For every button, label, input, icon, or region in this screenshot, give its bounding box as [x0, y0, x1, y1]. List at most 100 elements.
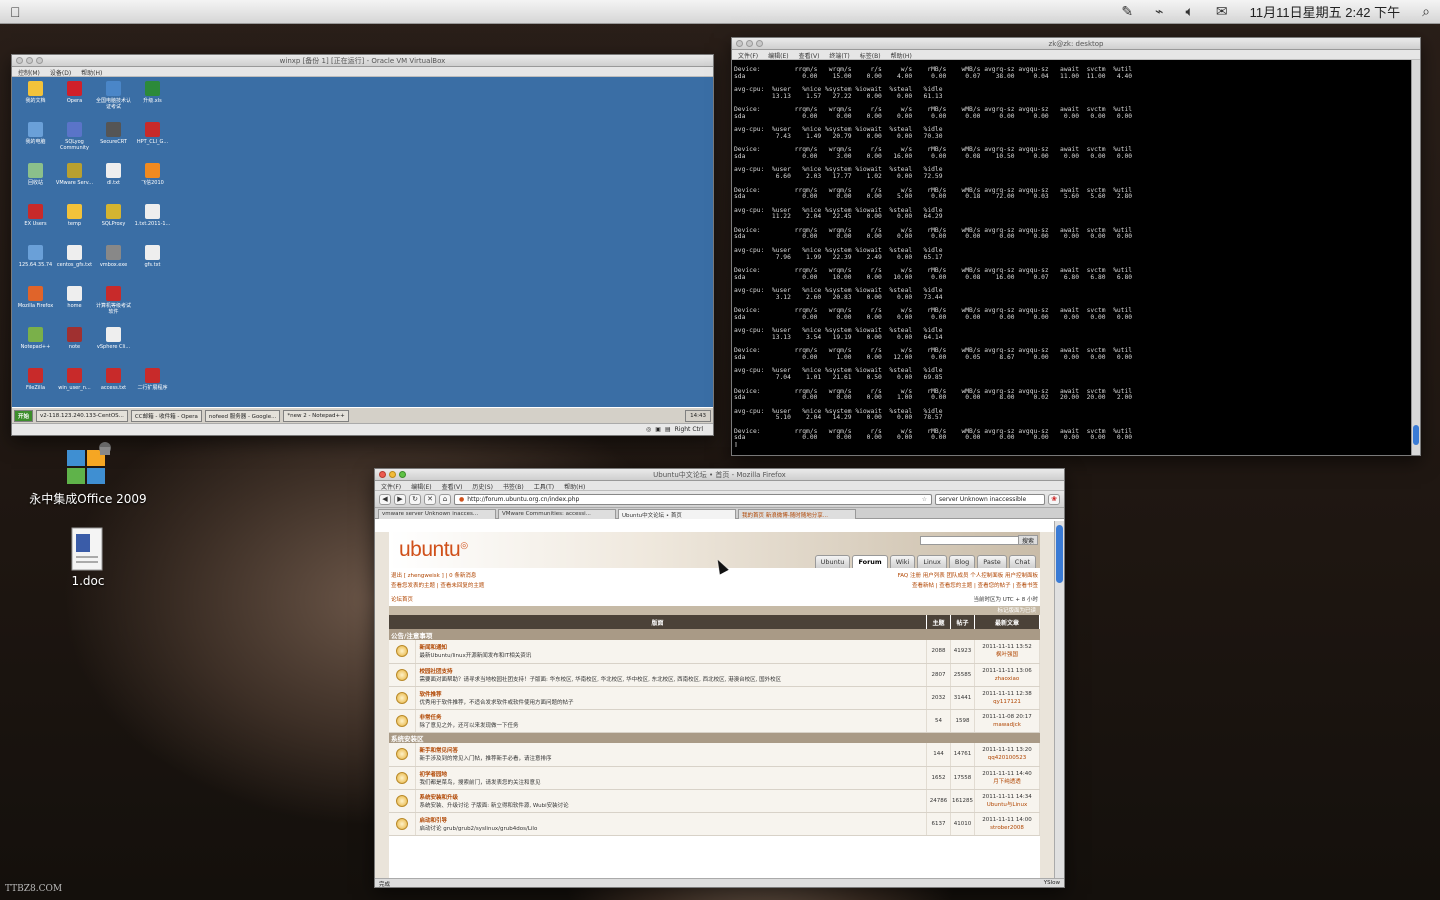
- search-input[interactable]: server Unknown inaccessible: [935, 493, 1045, 505]
- addon-icon[interactable]: ❀: [1048, 493, 1060, 505]
- yslow-label[interactable]: YSlow: [1044, 880, 1060, 886]
- guest-desktop-icon[interactable]: 我的电脑: [16, 122, 55, 163]
- network-icon[interactable]: ▣: [655, 426, 661, 433]
- menu-view[interactable]: 查看(V): [442, 482, 463, 491]
- desktop-icon-office[interactable]: 永中集成Office 2009: [28, 440, 148, 507]
- menu-help[interactable]: 帮助(H): [891, 51, 912, 60]
- home-icon[interactable]: ⌂: [439, 493, 451, 505]
- guest-desktop-icon[interactable]: 全国电脑技术认证考试: [94, 81, 133, 122]
- guest-desktop-icon[interactable]: Opera: [55, 81, 94, 122]
- last-post-user[interactable]: mawadjck: [975, 721, 1039, 729]
- firefox-titlebar[interactable]: Ubuntu中文论坛 • 首页 - Mozilla Firefox: [375, 469, 1064, 481]
- menubar-clock[interactable]: 11月11日星期五 2:42 下午: [1250, 2, 1401, 21]
- guest-desktop-icon[interactable]: Mozilla Firefox: [16, 286, 55, 327]
- window-controls[interactable]: [736, 40, 763, 47]
- volume-icon[interactable]: 🔈︎: [1185, 3, 1193, 20]
- last-post-user[interactable]: 枫叶强国: [975, 651, 1039, 659]
- guest-desktop-icon[interactable]: FileZilla: [16, 368, 55, 409]
- tab-forum[interactable]: Forum: [852, 555, 888, 568]
- browser-tab[interactable]: vmware server Unknown inacces...: [378, 509, 496, 519]
- last-post-user[interactable]: zhaoxiao: [975, 675, 1039, 683]
- stop-icon[interactable]: ✕: [424, 493, 436, 505]
- network-icon[interactable]: ⌁: [1155, 3, 1163, 20]
- guest-desktop-icon[interactable]: VMware Serv...: [55, 163, 94, 204]
- tab-paste[interactable]: Paste: [977, 555, 1007, 568]
- virtualbox-window[interactable]: winxp [备份 1] [正在运行] - Oracle VM VirtualB…: [11, 54, 714, 436]
- own-topics-links[interactable]: 查看您发表的主题 | 查看未回复的主题: [391, 581, 484, 589]
- url-bar[interactable]: ● http://forum.ubuntu.org.cn/index.php ☆: [454, 493, 932, 505]
- menu-file[interactable]: 文件(F): [738, 51, 758, 60]
- bookmark-star-icon[interactable]: ☆: [922, 496, 927, 503]
- last-post-user[interactable]: 月下纯透透: [975, 778, 1039, 786]
- new-posts-links[interactable]: 查看新帖 | 查看您的主题 | 查看您的帖子 | 查看书签: [912, 581, 1038, 589]
- forum-link[interactable]: 软件推荐: [420, 690, 927, 698]
- forum-link[interactable]: 新闻和通知: [420, 643, 927, 651]
- mark-read-link[interactable]: 标记版面为已读: [389, 606, 1040, 615]
- taskbar-item[interactable]: *new 2 - Notepad++: [283, 409, 349, 422]
- menu-tools[interactable]: 工具(T): [534, 482, 554, 491]
- tab-blog[interactable]: Blog: [948, 555, 976, 568]
- guest-desktop-icon[interactable]: access.txt: [94, 368, 133, 409]
- browser-tab-active[interactable]: Ubuntu中文论坛 • 首页: [618, 509, 736, 519]
- tab-chat[interactable]: Chat: [1008, 555, 1036, 568]
- guest-desktop-icon[interactable]: gfs.txt: [133, 245, 172, 286]
- forum-link[interactable]: 非常任务: [420, 713, 927, 721]
- last-post-user[interactable]: qq420100523: [975, 754, 1039, 762]
- last-post-user[interactable]: qy117121: [975, 698, 1039, 706]
- menu-control[interactable]: 控制(M): [18, 68, 40, 77]
- category-header[interactable]: 公告/注意事项: [389, 629, 1040, 640]
- menu-help[interactable]: 帮助(H): [564, 482, 585, 491]
- taskbar-item[interactable]: v2-118.123.240.133-CentOS...: [36, 409, 128, 422]
- terminal-titlebar[interactable]: zk@zk: desktop: [732, 38, 1420, 50]
- browser-tab[interactable]: VMware Communities: accessi...: [498, 509, 616, 519]
- forum-link[interactable]: 初学者园地: [420, 770, 927, 778]
- taskbar-item[interactable]: nofeed 服务器 - Google...: [204, 409, 281, 422]
- breadcrumb[interactable]: 论坛首页: [391, 595, 413, 603]
- menu-edit[interactable]: 编辑(E): [768, 51, 788, 60]
- vbox-titlebar[interactable]: winxp [备份 1] [正在运行] - Oracle VM VirtualB…: [12, 55, 713, 67]
- guest-desktop-icon[interactable]: SQLyog Community: [55, 122, 94, 163]
- guest-desktop-icon[interactable]: temp: [55, 204, 94, 245]
- guest-desktop-icon[interactable]: 升级.xls: [133, 81, 172, 122]
- guest-desktop-icon[interactable]: 飞信2010: [133, 163, 172, 204]
- search-icon[interactable]: ⌕: [1422, 3, 1430, 20]
- guest-desktop-icon[interactable]: dl.txt: [94, 163, 133, 204]
- tab-wiki[interactable]: Wiki: [889, 555, 916, 568]
- browser-tab[interactable]: 我的首页 新浪微博-随时随地分享...: [738, 509, 856, 519]
- guest-desktop-icon[interactable]: SQLProxy: [94, 204, 133, 245]
- last-post-user[interactable]: strober2008: [975, 824, 1039, 832]
- guest-desktop-icon[interactable]: 我的文档: [16, 81, 55, 122]
- guest-desktop-icon[interactable]: 125.64.35.74: [16, 245, 55, 286]
- firefox-window[interactable]: Ubuntu中文论坛 • 首页 - Mozilla Firefox 文件(F) …: [374, 468, 1065, 888]
- tray-clock[interactable]: 14:43: [685, 409, 711, 422]
- guest-desktop-icon[interactable]: [133, 286, 172, 327]
- guest-desktop-icon[interactable]: EX Users: [16, 204, 55, 245]
- terminal-output[interactable]: Device: rrqm/s wrqm/s r/s w/s rMB/s wMB/…: [732, 60, 1412, 455]
- menu-history[interactable]: 历史(S): [472, 482, 493, 491]
- tab-ubuntu[interactable]: Ubuntu: [814, 555, 851, 568]
- forum-link[interactable]: 新手和常见问答: [420, 746, 927, 754]
- window-controls[interactable]: [16, 57, 43, 64]
- menu-terminal[interactable]: 终端(T): [829, 51, 849, 60]
- site-search-input[interactable]: [920, 536, 1020, 545]
- forward-icon[interactable]: ▶: [394, 493, 406, 505]
- category-header[interactable]: 系统安装区: [389, 732, 1040, 743]
- menu-help[interactable]: 帮助(H): [81, 68, 102, 77]
- guest-desktop-icon[interactable]: home: [55, 286, 94, 327]
- terminal-scrollbar[interactable]: [1411, 60, 1420, 455]
- pen-icon[interactable]: ✎: [1121, 3, 1133, 20]
- guest-desktop-icon[interactable]: HPT_CLI_G...: [133, 122, 172, 163]
- forum-link[interactable]: 校园社团支持: [420, 667, 927, 675]
- menu-edit[interactable]: 编辑(E): [411, 482, 431, 491]
- guest-desktop-icon[interactable]: [133, 327, 172, 368]
- last-post-user[interactable]: Ubuntu与Linux: [975, 801, 1039, 809]
- logout-link[interactable]: 退出 [ zhengweisk ] | 0 条新消息: [391, 571, 476, 579]
- user-links[interactable]: FAQ 注册 用户列表 团队成员 个人控制面板 用户控制面板: [898, 571, 1038, 579]
- menu-tabs[interactable]: 标签(B): [860, 51, 881, 60]
- window-controls[interactable]: [379, 471, 406, 478]
- guest-desktop-icon[interactable]: 回收站: [16, 163, 55, 204]
- desktop-icon-doc[interactable]: 1.doc: [58, 526, 118, 588]
- guest-desktop-icon[interactable]: 计算机等级考试软件: [94, 286, 133, 327]
- apple-icon[interactable]: : [10, 4, 21, 20]
- guest-desktop-icon[interactable]: vmbox.exe: [94, 245, 133, 286]
